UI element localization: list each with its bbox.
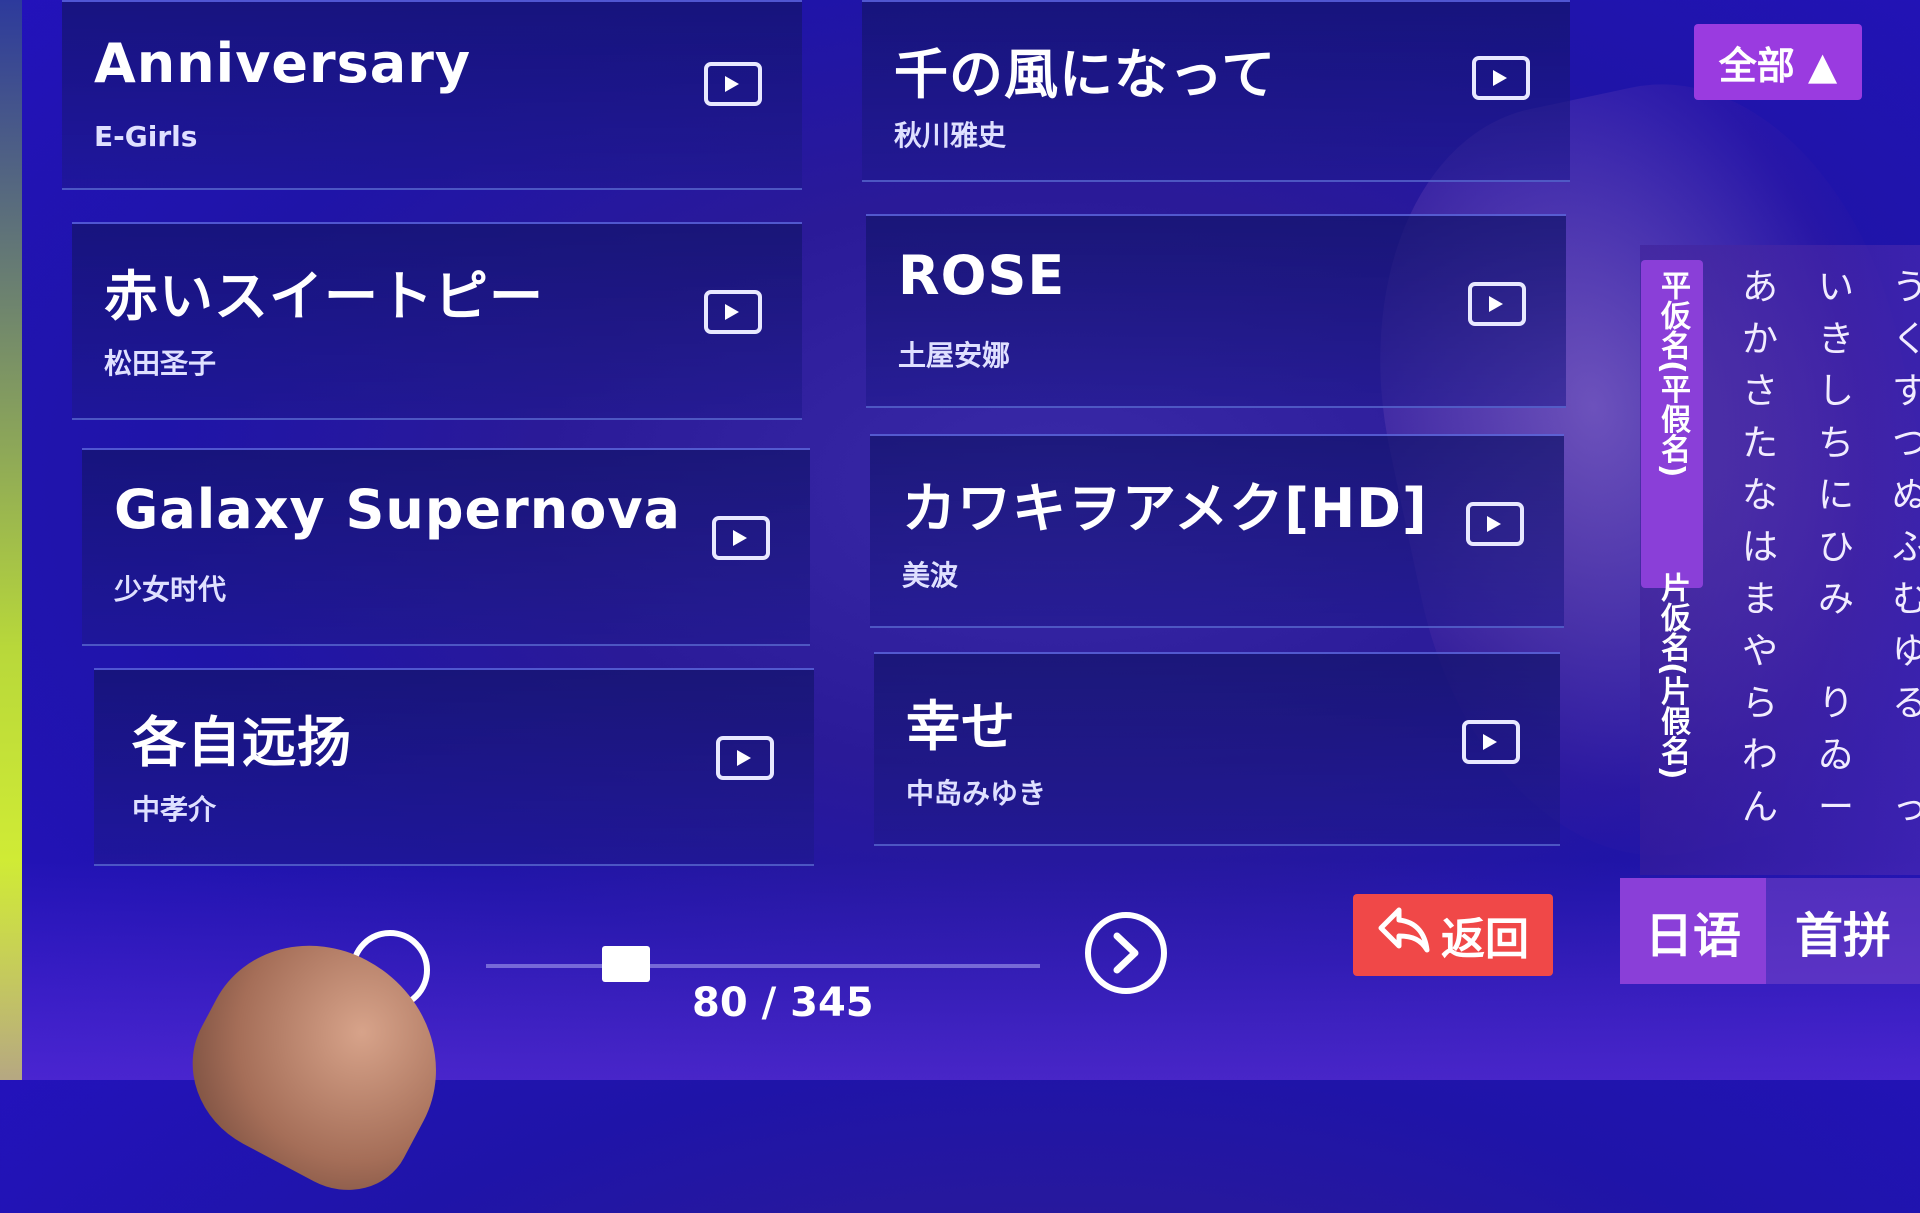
song-card[interactable]: 幸せ 中岛みゆき [874, 652, 1560, 846]
play-icon[interactable] [1462, 720, 1520, 764]
page-counter: 80 / 345 [692, 980, 874, 1026]
song-title: 赤いスイートピー [104, 265, 544, 328]
kana-na[interactable]: な [1742, 470, 1778, 522]
all-filter-button[interactable]: 全部 ▲ [1694, 24, 1862, 100]
play-icon[interactable] [704, 290, 762, 334]
kana-n[interactable]: ん [1742, 782, 1778, 834]
song-artist: 土屋安娜 [898, 339, 1011, 372]
kana-ha[interactable]: は [1742, 522, 1778, 574]
song-card[interactable]: 各自远扬 中孝介 [94, 668, 814, 866]
page-slider-thumb[interactable] [602, 946, 650, 982]
play-icon[interactable] [1472, 56, 1530, 100]
kana-tsu[interactable]: つ [1892, 418, 1920, 470]
kana-ri[interactable]: り [1818, 678, 1854, 730]
kana-ku[interactable]: く [1892, 314, 1920, 366]
song-title: カワキヲアメク[HD] [902, 477, 1428, 540]
kana-mu[interactable]: む [1892, 574, 1920, 626]
back-arrow-icon [1377, 906, 1431, 965]
kana-ya[interactable]: や [1742, 626, 1778, 678]
song-title: Galaxy Supernova [114, 478, 681, 541]
chevron-right-icon [1113, 932, 1139, 974]
song-title: Anniversary [94, 32, 472, 95]
kana-ni[interactable]: に [1818, 470, 1854, 522]
kana-wa[interactable]: わ [1742, 730, 1778, 782]
kana-mi[interactable]: み [1818, 574, 1854, 626]
kana-ka[interactable]: か [1742, 314, 1778, 366]
kana-u[interactable]: う [1892, 262, 1920, 314]
kana-a[interactable]: あ [1742, 262, 1778, 314]
kana-small-tsu[interactable]: っ [1892, 782, 1920, 834]
kana-ta[interactable]: た [1742, 418, 1778, 470]
kana-hi[interactable]: ひ [1818, 522, 1854, 574]
kana-wi[interactable]: ゐ [1818, 730, 1854, 782]
tab-hiragana-label: 平仮名(平假名) [1655, 270, 1690, 478]
song-artist: 中岛みゆき [906, 777, 1047, 810]
kana-nu[interactable]: ぬ [1892, 470, 1920, 522]
song-title: 幸せ [906, 695, 1016, 758]
song-artist: 少女时代 [114, 573, 227, 606]
play-icon[interactable] [1468, 282, 1526, 326]
song-card[interactable]: Galaxy Supernova 少女时代 [82, 448, 810, 646]
kana-column: い き し ち に ひ み り ゐ ー [1818, 262, 1854, 834]
song-card[interactable]: Anniversary E-Girls [62, 0, 802, 190]
song-artist: 秋川雅史 [894, 119, 1007, 152]
kana-ma[interactable]: ま [1742, 574, 1778, 626]
song-card[interactable]: 千の風になって 秋川雅史 [862, 0, 1570, 182]
song-title: 各自远扬 [132, 711, 352, 774]
song-card[interactable]: ROSE 土屋安娜 [866, 214, 1566, 408]
tab-japanese[interactable]: 日语 [1620, 878, 1766, 984]
kana-i[interactable]: い [1818, 262, 1854, 314]
kana-sa[interactable]: さ [1742, 366, 1778, 418]
kana-fu[interactable]: ふ [1892, 522, 1920, 574]
song-artist: 美波 [902, 559, 959, 592]
song-artist: E-Girls [94, 120, 198, 153]
song-artist: 中孝介 [132, 793, 217, 826]
kana-shi[interactable]: し [1818, 366, 1854, 418]
kana-chi[interactable]: ち [1818, 418, 1854, 470]
kana-su[interactable]: す [1892, 366, 1920, 418]
kana-column: う く す つ ぬ ふ む ゆ る っ [1892, 262, 1920, 834]
kana-ru[interactable]: る [1892, 678, 1920, 730]
tab-katakana[interactable]: 片仮名(片假名) [1641, 572, 1703, 812]
song-card[interactable]: 赤いスイートピー 松田圣子 [72, 222, 802, 420]
kana-ra[interactable]: ら [1742, 678, 1778, 730]
play-icon[interactable] [712, 516, 770, 560]
play-icon[interactable] [1466, 502, 1524, 546]
tab-katakana-label: 片仮名(片假名) [1655, 572, 1690, 780]
kana-yu[interactable]: ゆ [1892, 626, 1920, 678]
kana-ki[interactable]: き [1818, 314, 1854, 366]
song-artist: 松田圣子 [104, 347, 217, 380]
tab-hiragana[interactable]: 平仮名(平假名) [1641, 260, 1703, 588]
back-button-label: 返回 [1441, 914, 1529, 965]
tab-pinyin[interactable]: 首拼 [1766, 878, 1920, 984]
play-icon[interactable] [704, 62, 762, 106]
kana-long[interactable]: ー [1818, 782, 1854, 834]
song-title: 千の風になって [894, 43, 1277, 106]
next-page-button[interactable] [1085, 912, 1167, 994]
song-card[interactable]: カワキヲアメク[HD] 美波 [870, 434, 1564, 628]
page-slider-track[interactable] [486, 964, 1040, 968]
kana-column: あ か さ た な は ま や ら わ ん [1742, 262, 1778, 834]
play-icon[interactable] [716, 736, 774, 780]
song-title: ROSE [898, 244, 1066, 307]
back-button[interactable]: 返回 [1353, 894, 1553, 976]
